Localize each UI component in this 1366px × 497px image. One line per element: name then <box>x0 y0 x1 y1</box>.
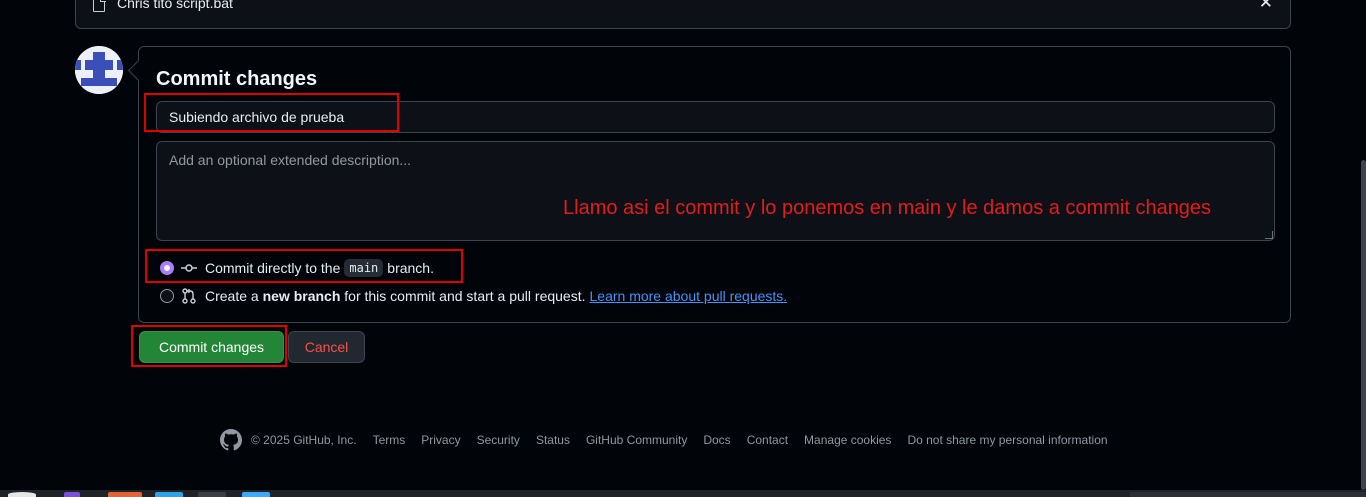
identicon-icon <box>75 46 123 94</box>
radio-new-branch[interactable] <box>160 289 174 303</box>
footer-link-community[interactable]: GitHub Community <box>586 433 687 447</box>
radio-commit-direct[interactable] <box>160 261 174 275</box>
commit-description-textarea[interactable] <box>156 141 1275 241</box>
avatar[interactable] <box>75 46 123 94</box>
learn-more-link[interactable]: Learn more about pull requests. <box>590 288 788 304</box>
footer-link-contact[interactable]: Contact <box>747 433 788 447</box>
github-logo-icon[interactable] <box>220 429 242 451</box>
commit-changes-button[interactable]: Commit changes <box>139 331 284 363</box>
footer-link-do-not-share[interactable]: Do not share my personal information <box>907 433 1107 447</box>
file-name: Chris tito script.bat <box>117 0 233 11</box>
footer-link-cookies[interactable]: Manage cookies <box>804 433 891 447</box>
taskbar-app-icon[interactable] <box>108 492 142 497</box>
git-commit-icon <box>181 261 197 275</box>
option-direct-suffix: branch. <box>387 260 434 276</box>
taskbar-start-icon[interactable] <box>8 492 36 497</box>
taskbar-app-icon[interactable] <box>64 492 80 497</box>
option-commit-direct[interactable]: Commit directly to the main branch. <box>160 259 434 277</box>
commit-summary-input[interactable] <box>156 101 1275 133</box>
taskbar-app-icon[interactable] <box>242 492 270 497</box>
close-icon[interactable]: ✕ <box>1259 0 1273 13</box>
file-bar: Chris tito script.bat ✕ <box>75 0 1291 29</box>
resize-grip-icon[interactable] <box>1265 231 1273 239</box>
cancel-button[interactable]: Cancel <box>288 331 365 363</box>
footer-link-security[interactable]: Security <box>477 433 520 447</box>
annotation-text: Llamo asi el commit y lo ponemos en main… <box>563 197 1212 219</box>
file-icon <box>93 0 106 12</box>
footer-copyright: © 2025 GitHub, Inc. <box>251 433 357 447</box>
page-scrollbar[interactable] <box>1361 160 1366 490</box>
taskbar-app-icon[interactable] <box>198 492 226 497</box>
footer-link-terms[interactable]: Terms <box>373 433 406 447</box>
taskbar-tray <box>1130 492 1366 497</box>
option-new-branch[interactable]: Create a new branch for this commit and … <box>160 288 787 304</box>
branch-name-code: main <box>344 259 384 277</box>
commit-panel: Commit changes Commit directly to the ma… <box>138 46 1291 323</box>
git-pull-request-icon <box>181 288 197 304</box>
footer-link-privacy[interactable]: Privacy <box>421 433 460 447</box>
footer-link-docs[interactable]: Docs <box>703 433 730 447</box>
commit-panel-title: Commit changes <box>156 68 318 90</box>
footer: © 2025 GitHub, Inc. Terms Privacy Securi… <box>220 429 1124 451</box>
footer-link-status[interactable]: Status <box>536 433 570 447</box>
option-new-prefix: Create a <box>205 288 259 304</box>
taskbar-app-icon[interactable] <box>155 492 183 497</box>
option-direct-prefix: Commit directly to the <box>205 260 341 276</box>
option-new-bold: new branch <box>262 288 341 304</box>
option-new-suffix: for this commit and start a pull request… <box>344 288 586 304</box>
